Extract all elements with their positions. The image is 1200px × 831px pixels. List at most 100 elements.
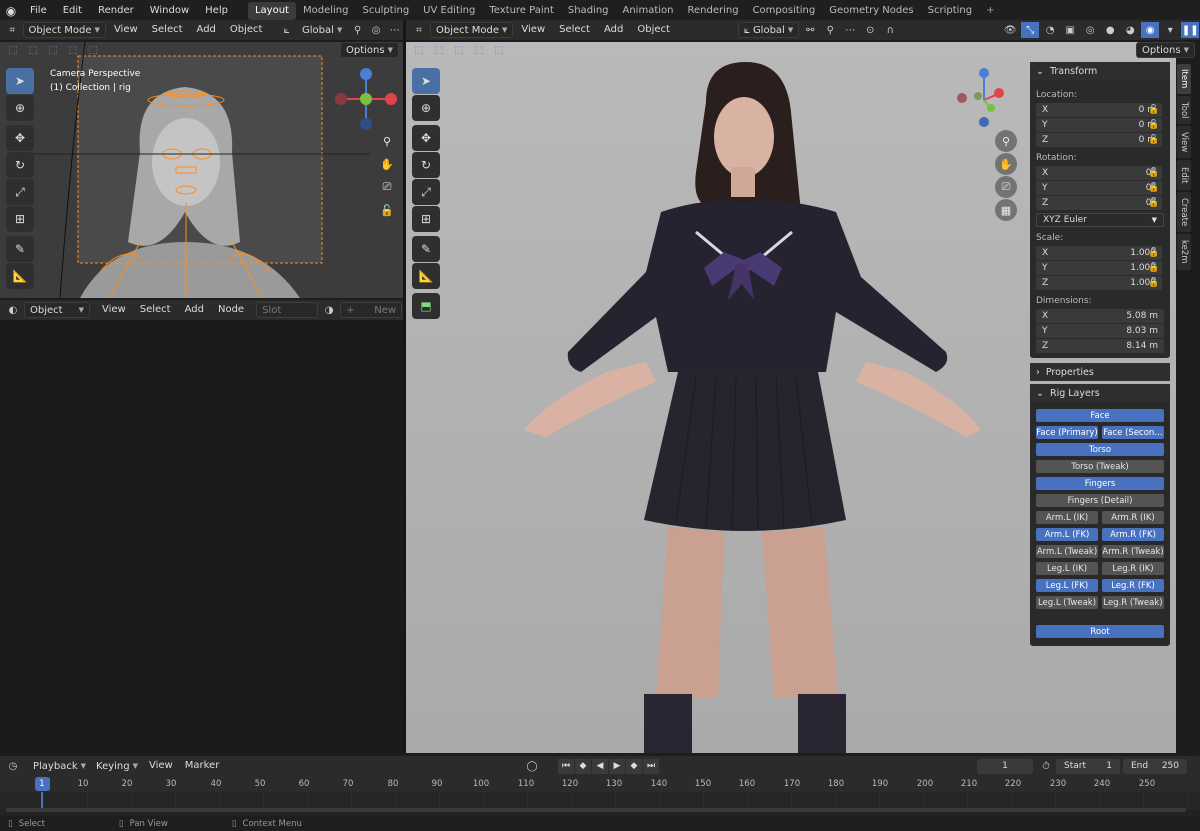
scale-z-field[interactable]: Z 1.000 [1036, 276, 1162, 290]
layer-fingers-button[interactable]: Fingers [1036, 477, 1164, 490]
annotate-tool-button[interactable]: ✎ [6, 236, 34, 262]
lock-icon[interactable]: 🔓 [1148, 135, 1159, 145]
prev-keyframe-icon[interactable]: ◆ [575, 758, 591, 774]
lock-icon[interactable]: 🔓 [1148, 198, 1159, 208]
menu-render[interactable]: Render [90, 0, 142, 22]
object-type-dropdown[interactable]: Object ▼ [24, 302, 90, 318]
layer-arm-r-ik-button[interactable]: Arm.R (IK) [1102, 511, 1164, 524]
xray-toggle-icon[interactable]: ▣ [1061, 22, 1079, 38]
measure-tool-button[interactable]: 📐 [412, 263, 440, 289]
select-intersect-icon[interactable]: ⬚ [84, 42, 102, 58]
select-intersect-icon[interactable]: ⬚ [490, 42, 508, 58]
layer-arm-r-tweak-button[interactable]: Arm.R (Tweak) [1102, 545, 1164, 558]
select-extend-icon[interactable]: ⬚ [24, 42, 42, 58]
select-subtract-icon[interactable]: ⬚ [44, 42, 62, 58]
visibility-icon[interactable]: 👁 [1001, 22, 1019, 38]
layer-torso-tweak-button[interactable]: Torso (Tweak) [1036, 460, 1164, 473]
record-icon[interactable]: ◯ [523, 758, 541, 774]
gizmo-toggle-icon[interactable]: ⤡ [1021, 22, 1040, 38]
timeline-scrollbar[interactable] [6, 808, 1186, 812]
scale-tool-button[interactable]: ⤢ [6, 179, 34, 205]
add-cube-tool-button[interactable]: ⬒ [412, 293, 440, 319]
snap-icon[interactable]: ⚲ [349, 22, 366, 38]
snap-icon[interactable]: ⚲ [821, 22, 839, 38]
hand-icon[interactable]: ✋ [995, 153, 1017, 175]
dimensions-z-field[interactable]: Z 8.14 m [1036, 339, 1164, 353]
snap-target-icon[interactable]: ⋯ [841, 22, 859, 38]
editor-type-icon[interactable]: ⌗ [410, 22, 428, 38]
transform-panel-header[interactable]: ⌄ Transform [1030, 62, 1170, 80]
falloff-icon[interactable]: ⋯ [386, 22, 403, 38]
layer-leg-r-ik-button[interactable]: Leg.R (IK) [1102, 562, 1164, 575]
tab-texture-paint[interactable]: Texture Paint [482, 2, 561, 20]
current-frame-field[interactable]: 1 [977, 758, 1033, 774]
main-options-dropdown[interactable]: Options ▼ [1136, 42, 1195, 58]
proportional-edit-icon[interactable]: ◎ [368, 22, 385, 38]
jump-start-icon[interactable]: ⏮ [558, 758, 574, 774]
hand-icon[interactable]: ✋ [376, 153, 398, 175]
layer-face-secondary-button[interactable]: Face (Secon… [1102, 426, 1164, 439]
properties-panel[interactable]: › Properties [1030, 363, 1170, 381]
menu-edit[interactable]: Edit [55, 0, 90, 22]
solid-shading-icon[interactable]: ● [1101, 22, 1119, 38]
tab-create[interactable]: Create [1177, 192, 1191, 232]
timeline-menu-view[interactable]: View [143, 756, 179, 776]
camera-icon[interactable]: ⎚ [376, 176, 398, 198]
rotation-x-field[interactable]: X 0° [1036, 166, 1162, 180]
stopwatch-icon[interactable]: ⏱ [1037, 758, 1055, 774]
tab-edit[interactable]: Edit [1177, 160, 1191, 190]
layer-leg-l-fk-button[interactable]: Leg.L (FK) [1036, 579, 1098, 592]
layer-arm-r-fk-button[interactable]: Arm.R (FK) [1102, 528, 1164, 541]
layer-root-button[interactable]: Root [1036, 625, 1164, 638]
lock-icon[interactable]: 🔓 [1148, 105, 1159, 115]
left-menu-view[interactable]: View [108, 20, 144, 40]
cursor-tool-button[interactable]: ⊕ [6, 95, 34, 121]
falloff-icon[interactable]: ∩ [881, 22, 899, 38]
overlay-toggle-icon[interactable]: ◔ [1041, 22, 1059, 38]
shader-editor-type-icon[interactable]: ◐ [4, 302, 22, 318]
menu-help[interactable]: Help [197, 0, 236, 22]
lock-icon[interactable]: 🔓 [376, 199, 398, 221]
jump-end-icon[interactable]: ⏭ [643, 758, 659, 774]
camera-icon[interactable]: ⎚ [995, 176, 1017, 198]
tab-ke2m[interactable]: ke2m [1177, 234, 1191, 270]
tab-view[interactable]: View [1177, 126, 1191, 158]
rendered-shading-icon[interactable]: ◉ [1141, 22, 1160, 38]
start-frame-field[interactable]: Start 1 [1056, 758, 1120, 774]
tab-sculpting[interactable]: Sculpting [355, 2, 416, 20]
rotation-mode-dropdown[interactable]: XYZ Euler ▼ [1036, 213, 1164, 227]
main-menu-object[interactable]: Object [631, 20, 676, 40]
layer-arm-l-tweak-button[interactable]: Arm.L (Tweak) [1036, 545, 1098, 558]
scale-y-field[interactable]: Y 1.000 [1036, 261, 1162, 275]
tab-geometry-nodes[interactable]: Geometry Nodes [822, 2, 920, 20]
layer-leg-l-ik-button[interactable]: Leg.L (IK) [1036, 562, 1098, 575]
rotation-y-field[interactable]: Y 0° [1036, 181, 1162, 195]
lock-icon[interactable]: 🔓 [1148, 183, 1159, 193]
tab-item[interactable]: Item [1177, 64, 1191, 94]
wireframe-shading-icon[interactable]: ◎ [1081, 22, 1099, 38]
lock-icon[interactable]: 🔓 [1148, 120, 1159, 130]
layer-face-button[interactable]: Face [1036, 409, 1164, 422]
left-options-dropdown[interactable]: Options ▼ [340, 42, 399, 58]
rotate-tool-button[interactable]: ↻ [412, 152, 440, 178]
shader-editor-canvas[interactable] [0, 320, 403, 753]
shader-menu-view[interactable]: View [96, 300, 132, 320]
tab-modeling[interactable]: Modeling [296, 2, 356, 20]
select-subtract-icon[interactable]: ⬚ [450, 42, 468, 58]
layer-leg-r-tweak-button[interactable]: Leg.R (Tweak) [1102, 596, 1164, 609]
frame-ruler[interactable]: 1 10 20 30 40 50 60 70 80 90 100 110 120… [0, 776, 1200, 792]
transform-tool-button[interactable]: ⊞ [6, 206, 34, 232]
menu-window[interactable]: Window [142, 0, 197, 22]
annotate-tool-button[interactable]: ✎ [412, 236, 440, 262]
layer-fingers-detail-button[interactable]: Fingers (Detail) [1036, 494, 1164, 507]
left-mode-dropdown[interactable]: Object Mode ▼ [22, 22, 106, 38]
shading-options-icon[interactable]: ▾ [1161, 22, 1179, 38]
rotate-tool-button[interactable]: ↻ [6, 152, 34, 178]
layer-leg-l-tweak-button[interactable]: Leg.L (Tweak) [1036, 596, 1098, 609]
main-mode-dropdown[interactable]: Object Mode ▼ [430, 22, 514, 38]
scale-x-field[interactable]: X 1.000 [1036, 246, 1162, 260]
select-invert-icon[interactable]: ⬚ [64, 42, 82, 58]
layer-leg-r-fk-button[interactable]: Leg.R (FK) [1102, 579, 1164, 592]
add-workspace-button[interactable]: + [979, 2, 1001, 20]
play-icon[interactable]: ▶ [609, 758, 625, 774]
